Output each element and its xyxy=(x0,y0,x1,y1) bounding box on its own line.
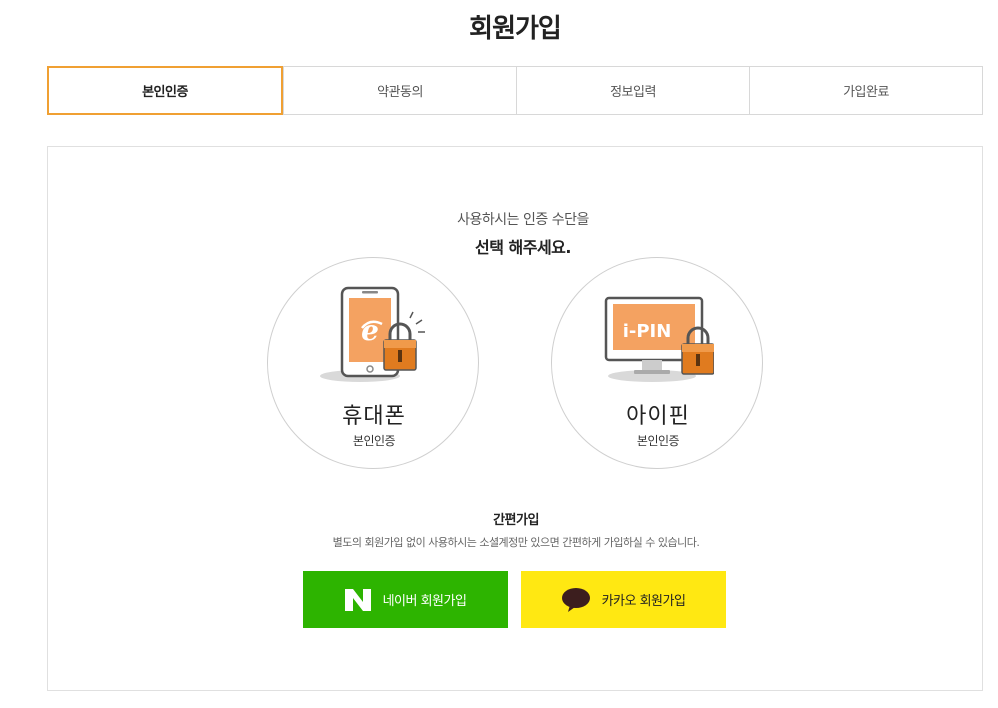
signup-steps: 본인인증 약관동의 정보입력 가입완료 xyxy=(47,66,983,115)
simple-signup-description: 별도의 회원가입 없이 사용하시는 소셜계정만 있으면 간편하게 가입하실 수 … xyxy=(332,536,700,549)
kakao-signup-label: 카카오 회원가입 xyxy=(601,594,686,609)
naver-signup-button[interactable]: 네이버 회원가입 xyxy=(303,571,508,628)
phone-lock-icon: e xyxy=(320,286,425,382)
ipin-auth-title: 아이핀 xyxy=(626,404,690,429)
intro-text: 사용하시는 인증 수단을 선택 해주세요. xyxy=(48,209,998,258)
phone-auth-subtitle: 본인인증 xyxy=(352,434,396,448)
ipin-auth-subtitle: 본인인증 xyxy=(636,434,680,448)
step-terms-agreement[interactable]: 약관동의 xyxy=(283,67,516,114)
auth-panel: 사용하시는 인증 수단을 선택 해주세요. e 휴대폰 본인인증 i-PIN 아… xyxy=(47,146,983,691)
step-info-input[interactable]: 정보입력 xyxy=(516,67,749,114)
phone-auth-title: 휴대폰 xyxy=(342,404,406,429)
naver-signup-label: 네이버 회원가입 xyxy=(382,594,467,609)
naver-logo-icon xyxy=(344,588,371,611)
ipin-screen-text: i-PIN xyxy=(623,321,672,342)
intro-line-2: 선택 해주세요. xyxy=(475,238,571,257)
speech-bubble-icon xyxy=(561,587,590,612)
page-title: 회원가입 xyxy=(469,14,562,44)
step-identity-verification[interactable]: 본인인증 xyxy=(47,66,283,115)
step-signup-complete[interactable]: 가입완료 xyxy=(749,67,982,114)
kakao-signup-button[interactable]: 카카오 회원가입 xyxy=(521,571,726,628)
ipin-auth-option[interactable]: i-PIN 아이핀 본인인증 xyxy=(551,257,763,469)
intro-line-1: 사용하시는 인증 수단을 xyxy=(457,212,589,228)
simple-signup-title: 간편가입 xyxy=(493,513,539,528)
ipin-monitor-lock-icon: i-PIN xyxy=(604,296,714,382)
svg-text:e: e xyxy=(361,314,379,347)
phone-auth-option[interactable]: e 휴대폰 본인인증 xyxy=(267,257,479,469)
